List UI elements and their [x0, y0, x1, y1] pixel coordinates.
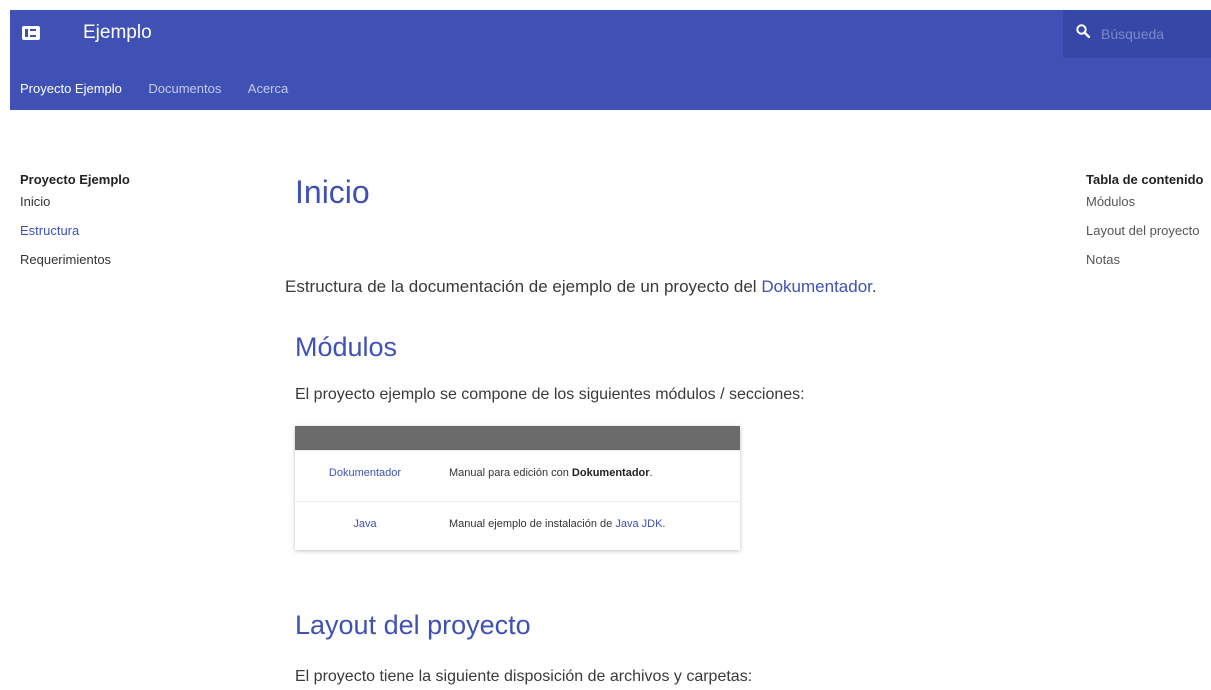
toc-item-modulos[interactable]: Módulos	[1086, 195, 1211, 208]
dokumentador-link[interactable]: Dokumentador	[761, 277, 872, 296]
tab-acerca[interactable]: Acerca	[248, 81, 288, 96]
sidebar-title: Proyecto Ejemplo	[20, 172, 130, 187]
table-row: Java Manual ejemplo de instalación de Ja…	[295, 501, 740, 552]
desc-suffix: .	[649, 467, 653, 479]
desc-prefix: Manual para edición con	[449, 467, 572, 479]
top-header: Ejemplo Proyecto Ejemplo Documentos Acer…	[10, 10, 1211, 110]
modules-text: El proyecto ejemplo se compone de los si…	[295, 386, 805, 403]
desc-suffix: .	[662, 518, 666, 530]
sidebar-item-inicio[interactable]: Inicio	[20, 195, 240, 208]
intro-end: .	[871, 277, 877, 296]
toc-item-notas[interactable]: Notas	[1086, 253, 1211, 266]
layout-heading: Layout del proyecto	[295, 610, 531, 640]
intro-paragraph: Estructura de la documentación de ejempl…	[285, 277, 877, 297]
module-description: Manual para edición con Dokumentador.	[449, 467, 653, 479]
layout-text: El proyecto tiene la siguiente disposici…	[295, 668, 753, 685]
search-input[interactable]	[1099, 23, 1207, 45]
java-jdk-link[interactable]: Java JDK	[615, 518, 662, 530]
table-of-contents: Tabla de contenido Módulos Layout del pr…	[1086, 172, 1211, 282]
brand-row: Ejemplo	[10, 10, 1211, 58]
table-row: Dokumentador Manual para edición con Dok…	[295, 450, 740, 501]
table-header	[295, 426, 740, 450]
toc-item-layout[interactable]: Layout del proyecto	[1086, 224, 1211, 237]
module-name-link[interactable]: Java	[295, 518, 435, 530]
tab-proyecto-ejemplo[interactable]: Proyecto Ejemplo	[20, 81, 122, 96]
intro-text: Estructura de la documentación de ejempl…	[285, 277, 757, 296]
modules-heading: Módulos	[295, 332, 398, 362]
tab-documentos[interactable]: Documentos	[148, 81, 221, 96]
desc-prefix: Manual ejemplo de instalación de	[449, 518, 616, 530]
left-sidebar: Proyecto Ejemplo Inicio Estructura Reque…	[20, 172, 240, 282]
site-title[interactable]: Ejemplo	[83, 22, 152, 44]
modules-table: Dokumentador Manual para edición con Dok…	[295, 426, 740, 550]
search-box[interactable]	[1063, 10, 1211, 58]
module-description: Manual ejemplo de instalación de Java JD…	[449, 518, 665, 530]
nav-tabs: Proyecto Ejemplo Documentos Acerca	[20, 80, 310, 100]
sidebar-toggle-icon[interactable]	[22, 26, 40, 40]
sidebar-item-estructura[interactable]: Estructura	[20, 224, 240, 237]
desc-bold: Dokumentador	[571, 467, 650, 479]
sidebar-item-requerimientos[interactable]: Requerimientos	[20, 253, 240, 266]
toc-title: Tabla de contenido	[1086, 172, 1204, 187]
module-name-link[interactable]: Dokumentador	[295, 467, 435, 479]
page-title: Inicio	[295, 174, 370, 210]
search-icon	[1076, 24, 1090, 38]
